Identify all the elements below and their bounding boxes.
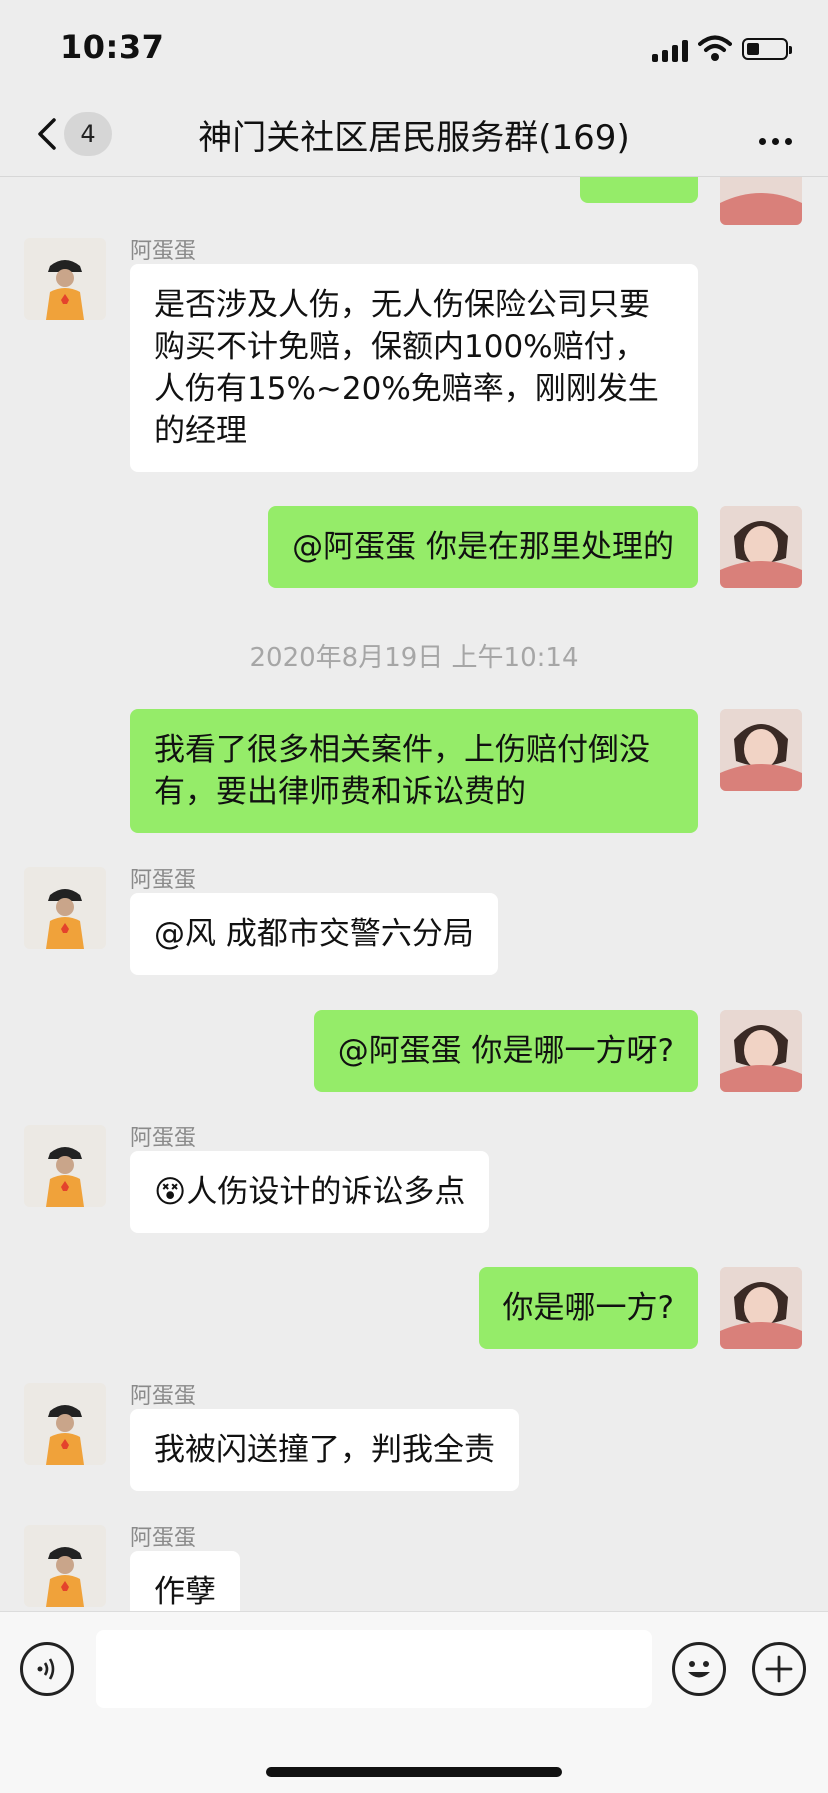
sender-name: 阿蛋蛋 <box>130 1384 197 1409</box>
avatar-self[interactable] <box>720 1010 802 1092</box>
message-input[interactable] <box>96 1630 652 1708</box>
message-bubble[interactable]: 我看了很多相关案件，上伤赔付倒没有，要出律师费和诉讼费的 <box>130 709 698 833</box>
avatar-self[interactable] <box>720 506 802 588</box>
message-bubble[interactable]: @阿蛋蛋 你是在那里处理的 <box>268 506 698 588</box>
message-bubble[interactable]: 作孽 <box>130 1551 240 1611</box>
input-toolbar <box>0 1611 828 1793</box>
avatar-sender[interactable] <box>24 867 106 949</box>
status-time: 10:37 <box>60 28 165 66</box>
chat-title: 神门关社区居民服务群(169) <box>198 118 630 158</box>
avatar-sender[interactable] <box>24 1525 106 1607</box>
message-bubble[interactable]: @阿蛋蛋 你是哪一方呀? <box>313 1010 698 1092</box>
avatar-sender[interactable] <box>24 1125 106 1207</box>
message-bubble[interactable]: 我被闪送撞了，判我全责 <box>130 1409 519 1491</box>
emoji-icon[interactable] <box>672 1642 726 1696</box>
wifi-icon <box>698 35 732 61</box>
battery-icon <box>742 38 792 60</box>
chat-header: 4 神门关社区居民服务群(169) <box>0 100 828 177</box>
message-bubble[interactable]: 😵人伤设计的诉讼多点 <box>130 1151 490 1233</box>
status-bar: 10:37 <box>0 0 828 100</box>
sender-name: 阿蛋蛋 <box>130 239 197 264</box>
avatar-self[interactable] <box>720 709 802 791</box>
sender-name: 阿蛋蛋 <box>130 1126 197 1151</box>
sender-name: 阿蛋蛋 <box>130 868 197 893</box>
message-bubble[interactable]: 是否涉及人伤，无人伤保险公司只要购买不计免赔，保额内100%赔付，人伤有15%~… <box>130 264 698 472</box>
plus-icon[interactable] <box>752 1642 806 1696</box>
message-bubble-cutoff <box>580 177 698 203</box>
message-text: 人伤设计的诉讼多点 <box>186 1174 466 1210</box>
timestamp: 2020年8月19日 上午10:14 <box>249 643 579 673</box>
sender-name: 阿蛋蛋 <box>130 1526 197 1551</box>
dizzy-face-emoji-icon: 😵 <box>154 1174 187 1210</box>
avatar-sender[interactable] <box>24 238 106 320</box>
cellular-signal-icon <box>652 38 692 62</box>
avatar-sender[interactable] <box>24 1383 106 1465</box>
voice-icon[interactable] <box>20 1642 74 1696</box>
message-bubble[interactable]: 你是哪一方? <box>478 1267 698 1349</box>
more-dots-icon[interactable] <box>753 130 792 149</box>
avatar-self[interactable] <box>720 177 802 225</box>
home-indicator[interactable] <box>266 1767 562 1777</box>
chat-message-list[interactable]: 阿蛋蛋 是否涉及人伤，无人伤保险公司只要购买不计免赔，保额内100%赔付，人伤有… <box>0 177 828 1611</box>
message-bubble[interactable]: @风 成都市交警六分局 <box>130 893 498 975</box>
avatar-self[interactable] <box>720 1267 802 1349</box>
